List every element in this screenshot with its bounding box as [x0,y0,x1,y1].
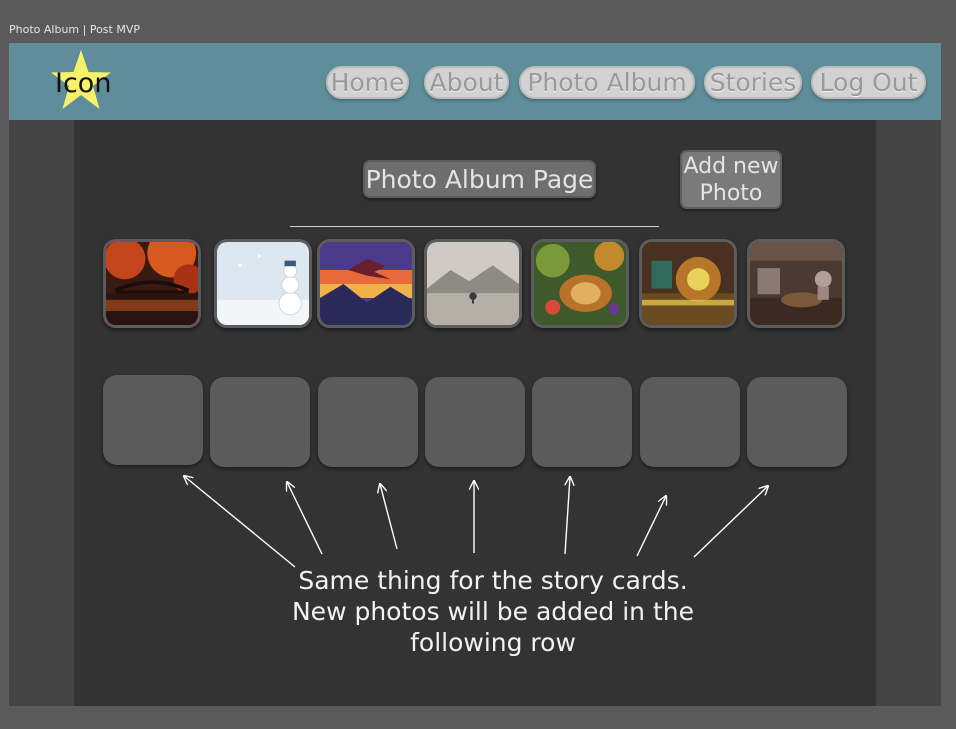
note-line: Same thing for the story cards. [298,566,688,595]
arrow-line [287,482,323,555]
arrow-line [184,476,296,568]
arrow-line [636,496,666,557]
arrow-line [380,484,398,550]
arrow-line [693,486,768,558]
note-line: following row [410,628,576,657]
arrow-line [564,477,570,555]
annotation-note: Same thing for the story cards. New phot… [283,565,703,658]
note-line: New photos will be added in the [291,597,694,626]
